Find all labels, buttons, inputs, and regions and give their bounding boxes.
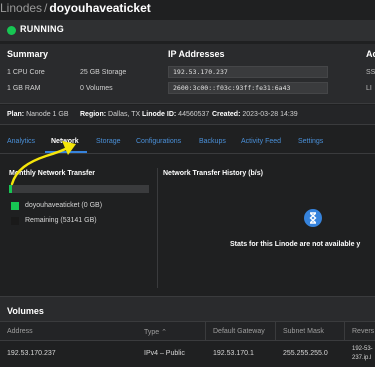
cell-subnet-mask: 255.255.255.0	[283, 350, 328, 357]
detail-created: Created: 2023-03-28 14:39	[212, 111, 298, 118]
breadcrumb-parent-link[interactable]: Linodes	[0, 1, 42, 15]
status-label: RUNNING	[20, 24, 65, 34]
cell-type: IPv4 – Public	[144, 350, 185, 357]
cell-address: 192.53.170.237	[7, 350, 56, 357]
volumes-table-header: Address Type ⌃ Default Gateway Subnet Ma…	[0, 321, 375, 342]
access-title: Ac	[366, 49, 375, 59]
column-type[interactable]: Type ⌃	[144, 328, 167, 336]
legend-used-swatch	[11, 202, 19, 210]
column-divider	[205, 322, 206, 342]
tab-configurations[interactable]: Configurations	[136, 138, 181, 145]
spec-volumes: 0 Volumes	[80, 85, 113, 92]
status-bar: RUNNING	[0, 20, 375, 41]
detail-linode-id: Linode ID: 44560537	[142, 111, 210, 118]
panel-divider	[157, 168, 158, 288]
tab-activity-feed[interactable]: Activity Feed	[241, 138, 281, 145]
ip-title: IP Addresses	[168, 49, 225, 59]
tab-analytics[interactable]: Analytics	[7, 138, 35, 145]
column-subnet-mask: Subnet Mask	[283, 328, 324, 335]
legend-remaining-swatch	[11, 217, 19, 225]
ipv4-address[interactable]: 192.53.170.237	[168, 66, 328, 78]
ipv6-address[interactable]: 2600:3c00::f03c:93ff:fe31:6a43	[168, 82, 328, 94]
linode-details-bar: Plan: Nanode 1 GB Region: Dallas, TX Lin…	[0, 105, 375, 125]
column-default-gateway: Default Gateway	[213, 328, 265, 335]
breadcrumb-separator: /	[44, 1, 48, 15]
transfer-history-title: Network Transfer History (b/s)	[163, 170, 263, 177]
spec-ram: 1 GB RAM	[7, 85, 41, 92]
cell-reverse-dns-line2: 237.ip.l	[352, 355, 372, 361]
breadcrumb: Linodes / doyouhaveaticket	[0, 1, 151, 15]
transfer-progress-fill	[9, 185, 12, 193]
monthly-transfer-title: Monthly Network Transfer	[9, 170, 95, 177]
hourglass-icon	[304, 209, 322, 227]
spec-storage: 25 GB Storage	[80, 69, 127, 76]
access-ssh-label: SS	[366, 69, 375, 76]
access-lish-label: LI	[366, 85, 372, 92]
status-running-icon	[7, 26, 16, 35]
table-row[interactable]: 192.53.170.237 IPv4 – Public 192.53.170.…	[0, 341, 375, 367]
tab-backups[interactable]: Backups	[199, 138, 226, 145]
column-address[interactable]: Address	[7, 328, 33, 335]
legend-used-label: doyouhaveaticket (0 GB)	[25, 202, 103, 209]
active-tab-indicator	[45, 151, 87, 153]
summary-panel: Summary 1 CPU Core 25 GB Storage 1 GB RA…	[0, 44, 375, 104]
tab-storage[interactable]: Storage	[96, 138, 121, 145]
column-reverse-dns: Revers	[352, 328, 375, 335]
tab-settings[interactable]: Settings	[298, 138, 323, 145]
spec-cpu: 1 CPU Core	[7, 69, 45, 76]
volumes-title: Volumes	[7, 306, 44, 316]
cell-gateway: 192.53.170.1	[213, 350, 254, 357]
cell-reverse-dns-line1: 192-53-	[352, 346, 373, 352]
stats-unavailable-message: Stats for this Linode are not available …	[230, 241, 361, 248]
summary-title: Summary	[7, 49, 49, 59]
detail-region: Region: Dallas, TX	[80, 111, 141, 118]
volumes-section-header: Volumes	[0, 296, 375, 321]
column-divider	[344, 322, 345, 342]
tab-network[interactable]: Network	[51, 138, 79, 145]
transfer-progress-bar	[9, 185, 149, 193]
column-divider	[275, 322, 276, 342]
page-title[interactable]: doyouhaveaticket	[49, 1, 150, 15]
legend-remaining-label: Remaining (53141 GB)	[25, 217, 97, 224]
detail-plan: Plan: Nanode 1 GB	[7, 111, 69, 118]
